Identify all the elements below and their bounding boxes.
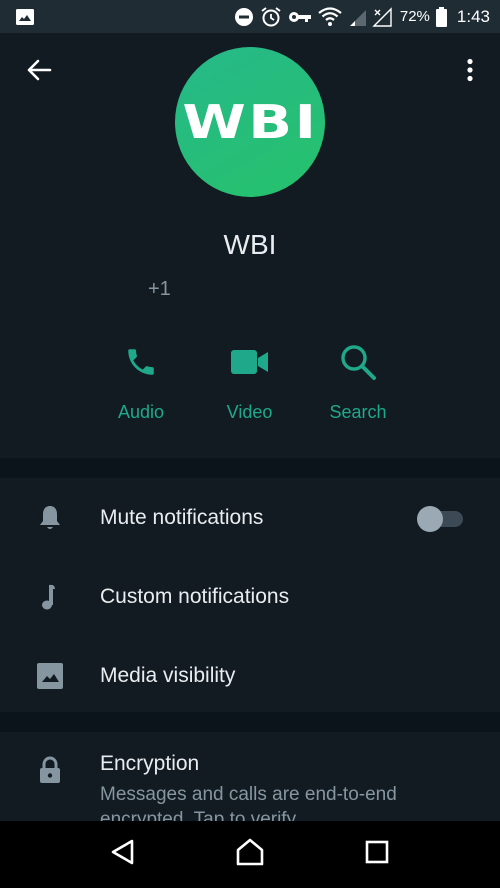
- phone-icon: [124, 338, 158, 386]
- section-divider: [0, 712, 500, 732]
- signal-icon: [348, 8, 366, 26]
- contact-name: WBI: [223, 229, 277, 260]
- search-icon: [338, 338, 378, 386]
- lock-icon: [37, 756, 63, 784]
- system-navigation-bar: [0, 821, 500, 888]
- video-label: Video: [226, 402, 273, 422]
- notification-settings: Mute notifications Custom notifications …: [0, 478, 500, 712]
- vpn-key-icon: [288, 10, 312, 24]
- clock: 1:43: [456, 6, 490, 26]
- nav-home-button[interactable]: [220, 825, 280, 885]
- encryption-title: Encryption: [100, 752, 200, 775]
- audio-label: Audio: [117, 402, 165, 422]
- more-options-button[interactable]: [458, 57, 482, 87]
- encryption-subtitle: Messages and calls are end-to-end encryp…: [100, 784, 397, 821]
- battery-icon: [435, 6, 447, 27]
- toggle-thumb: [417, 506, 443, 532]
- encryption-section: Encryption Messages and calls are end-to…: [0, 732, 500, 821]
- encryption-row[interactable]: Encryption Messages and calls are end-to…: [0, 732, 500, 821]
- mute-notifications-toggle[interactable]: [417, 505, 463, 532]
- status-bar: 72% 1:43: [0, 0, 500, 33]
- bell-icon: [37, 504, 63, 532]
- avatar[interactable]: WBI: [175, 47, 325, 197]
- custom-notifications-label: Custom notifications: [100, 584, 290, 608]
- avatar-logo-text: WBI: [181, 95, 319, 149]
- image-icon: [37, 662, 63, 689]
- mute-notifications-row[interactable]: Mute notifications: [0, 478, 500, 557]
- mute-notifications-label: Mute notifications: [100, 505, 264, 529]
- custom-notifications-row[interactable]: Custom notifications: [0, 557, 500, 636]
- action-buttons: Audio Video Search: [87, 338, 412, 423]
- video-call-button[interactable]: Video: [196, 338, 304, 423]
- nav-back-icon: [110, 838, 136, 871]
- search-button[interactable]: Search: [304, 338, 412, 423]
- wifi-icon: [318, 6, 342, 27]
- music-note-icon: [37, 583, 63, 611]
- media-visibility-row[interactable]: Media visibility: [0, 636, 500, 715]
- nav-recents-icon: [365, 840, 389, 869]
- arrow-left-icon: [26, 59, 52, 86]
- contact-header: WBI WBI +1 Audio Video Search: [0, 33, 500, 458]
- contact-phone: +1: [148, 278, 171, 300]
- do-not-disturb-icon: [234, 7, 254, 27]
- media-visibility-label: Media visibility: [100, 663, 236, 687]
- nav-recents-button[interactable]: [347, 825, 407, 885]
- alarm-icon: [260, 6, 282, 28]
- more-vert-icon: [466, 58, 474, 87]
- section-divider: [0, 458, 500, 478]
- nav-home-icon: [235, 838, 265, 871]
- nav-back-button[interactable]: [93, 825, 153, 885]
- videocam-icon: [230, 338, 269, 386]
- audio-call-button[interactable]: Audio: [87, 338, 195, 423]
- search-label: Search: [329, 402, 387, 422]
- no-signal-icon: [372, 6, 392, 27]
- battery-percent: 72%: [399, 8, 430, 25]
- back-button[interactable]: [24, 57, 54, 87]
- gallery-icon: [16, 8, 34, 25]
